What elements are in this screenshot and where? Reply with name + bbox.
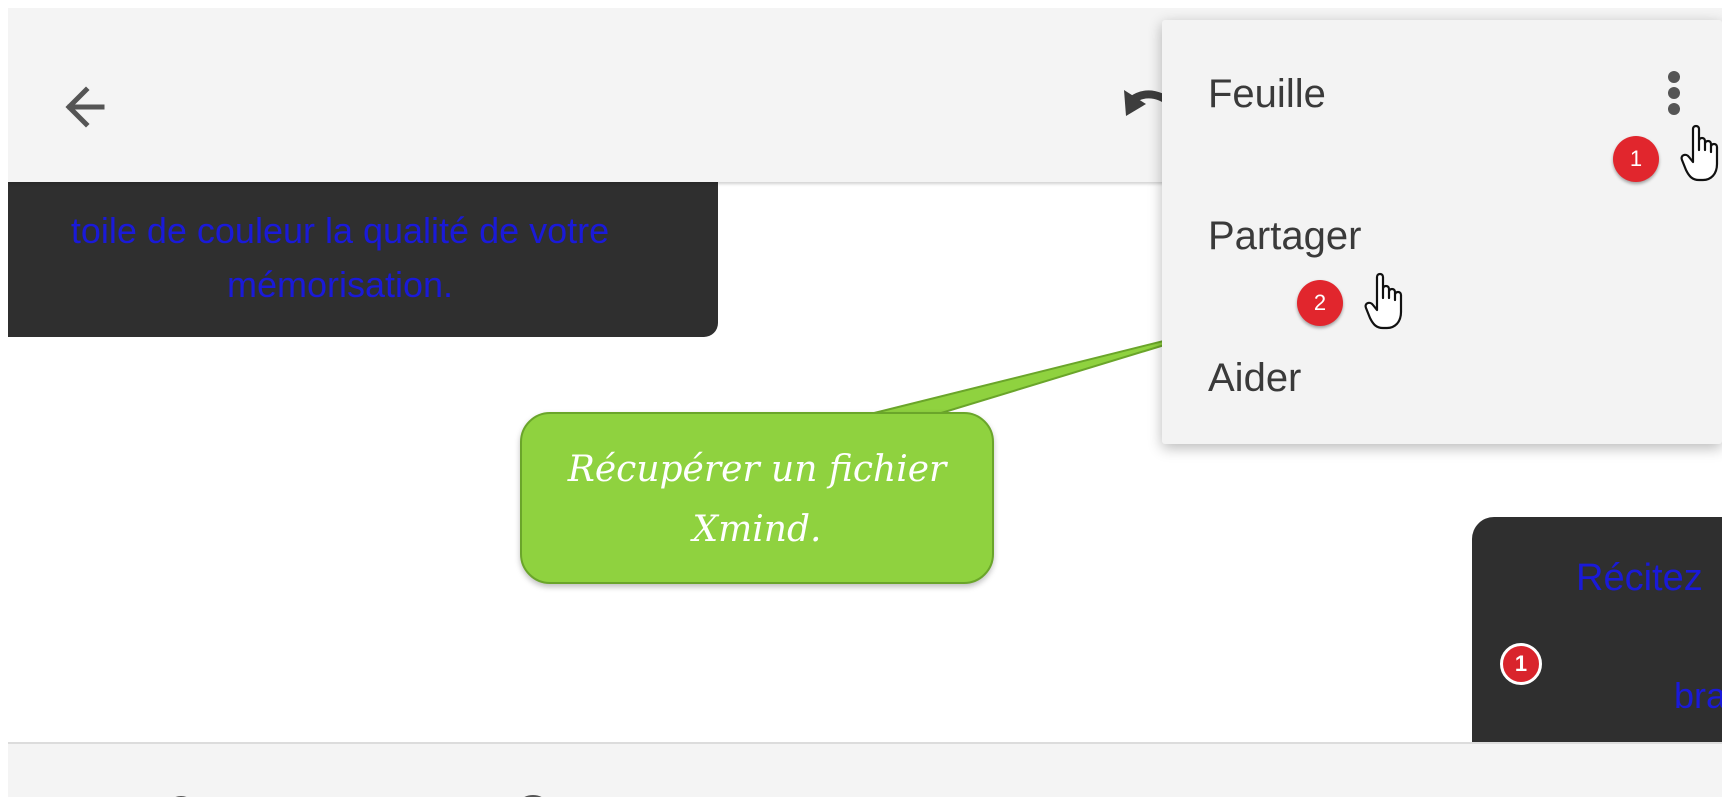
toolbar-marker-icon[interactable] [146,784,216,797]
step-badge-2: 2 [1297,280,1343,326]
menu-item-partager[interactable]: Partager [1208,214,1361,259]
hand-pointer-icon [1364,272,1403,330]
hand-pointer-icon [1680,124,1719,182]
arrow-left-icon[interactable] [56,76,118,138]
bottom-toolbar [8,742,1722,797]
topic-node-title: Récitez [1576,557,1703,599]
priority-marker-icon: 1 [1500,643,1542,685]
topic-text-line: toile de couleur la qualité de votre [70,210,610,251]
topic-node-text: toile de couleur la qualité de votre mém… [8,204,688,312]
overflow-menu: Feuille Partager Aider [1162,20,1722,444]
topic-text-line: mémorisation. [226,264,454,305]
callout-text-line: Xmind. [692,509,822,550]
toolbar-box-icon[interactable] [844,784,914,797]
callout-text-line: Récupérer un fichier [567,449,947,490]
callout-text: Récupérer un fichier Xmind. [522,440,992,560]
topic-node-text-fragment: bra [1674,675,1722,716]
topic-node-memorisation[interactable]: toile de couleur la qualité de votre mém… [8,182,718,337]
toolbar-note-icon[interactable] [1186,784,1256,797]
menu-item-aider[interactable]: Aider [1208,356,1301,401]
step-badge-1: 1 [1613,136,1659,182]
toolbar-relationship-icon[interactable] [1530,784,1600,797]
callout-bubble: Récupérer un fichier Xmind. [520,412,994,584]
menu-item-feuille[interactable]: Feuille [1208,72,1326,117]
toolbar-circle-icon[interactable] [498,784,568,797]
